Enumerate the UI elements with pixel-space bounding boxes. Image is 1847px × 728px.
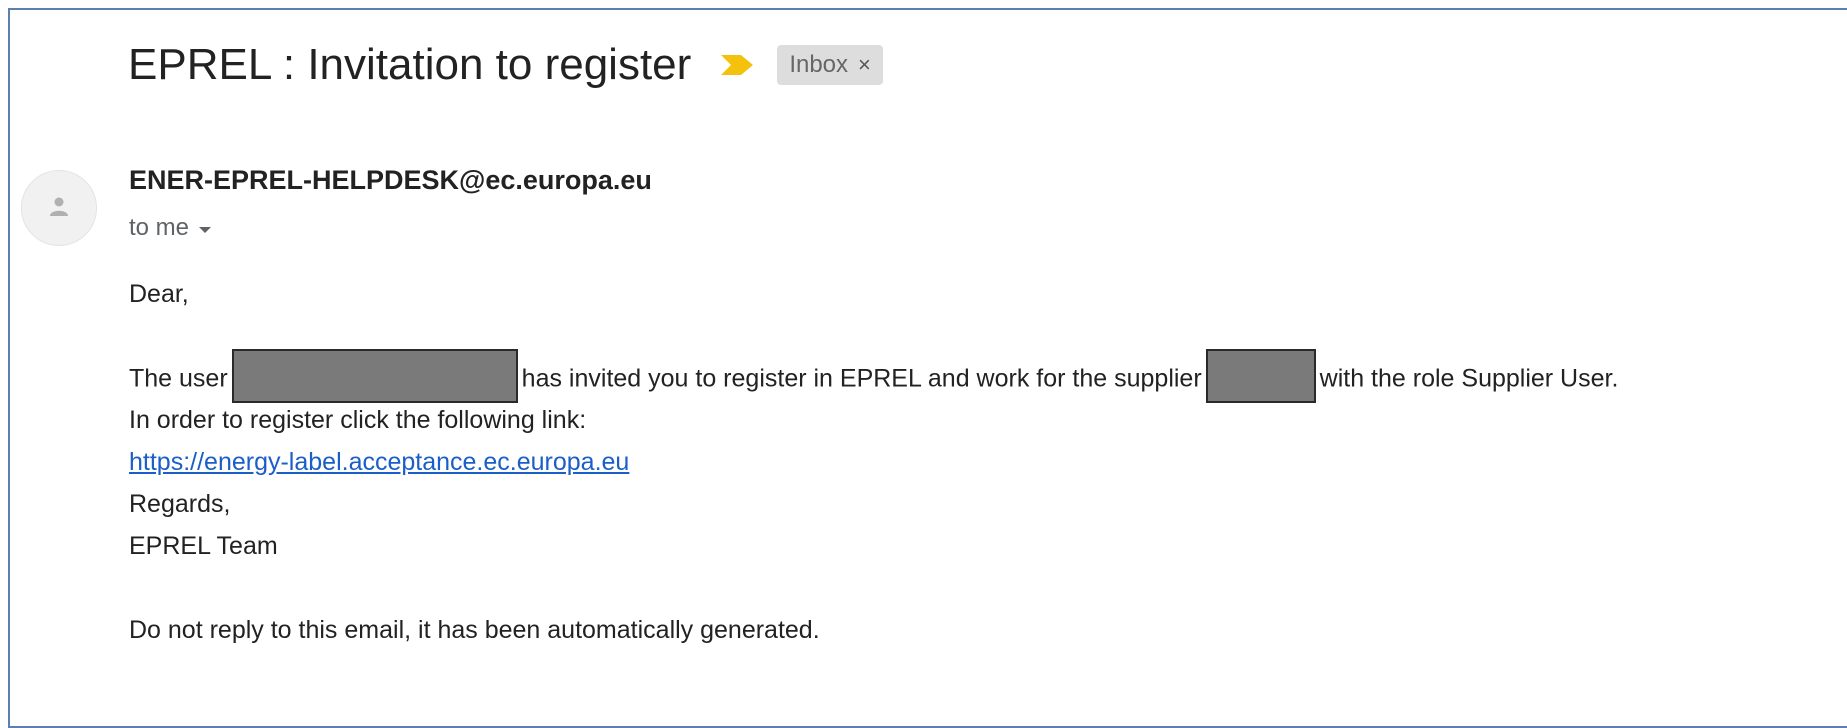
footer-note: Do not reply to this email, it has been … xyxy=(129,616,820,644)
email-subject: EPREL : Invitation to register xyxy=(128,40,692,89)
invite-prefix: The user xyxy=(129,364,228,393)
recipient-details-toggle[interactable]: to me xyxy=(129,214,212,242)
greeting: Dear, xyxy=(129,280,189,308)
email-body: Dear, The user has invited you to registe… xyxy=(129,273,1618,651)
redacted-user-box xyxy=(231,349,518,403)
invite-middle: has invited you to register in EPREL and… xyxy=(521,364,1202,393)
caret-down-icon xyxy=(199,226,212,233)
important-marker-icon[interactable] xyxy=(717,51,757,79)
sender-address[interactable]: ENER-EPREL-HELPDESK@ec.europa.eu xyxy=(129,165,652,196)
link-line: https://energy-label.acceptance.ec.europ… xyxy=(129,441,1618,483)
invite-line: The user has invited you to register in E… xyxy=(129,349,1619,403)
registration-link[interactable]: https://energy-label.acceptance.ec.europ… xyxy=(129,448,629,476)
regards-line: Regards, xyxy=(129,490,231,518)
recipient-text: to me xyxy=(129,214,190,241)
person-avatar-icon xyxy=(48,195,70,222)
sender-avatar xyxy=(21,170,97,246)
inbox-label-text: Inbox xyxy=(789,51,849,78)
signature-line: EPREL Team xyxy=(129,532,278,560)
remove-label-icon[interactable]: × xyxy=(858,52,871,78)
inbox-label-chip[interactable]: Inbox × xyxy=(777,45,883,85)
subject-row: EPREL : Invitation to register Inbox × xyxy=(128,34,883,96)
instruction-line: In order to register click the following… xyxy=(129,406,587,434)
redacted-supplier-box xyxy=(1205,349,1316,403)
invite-suffix: with the role Supplier User. xyxy=(1319,364,1619,393)
